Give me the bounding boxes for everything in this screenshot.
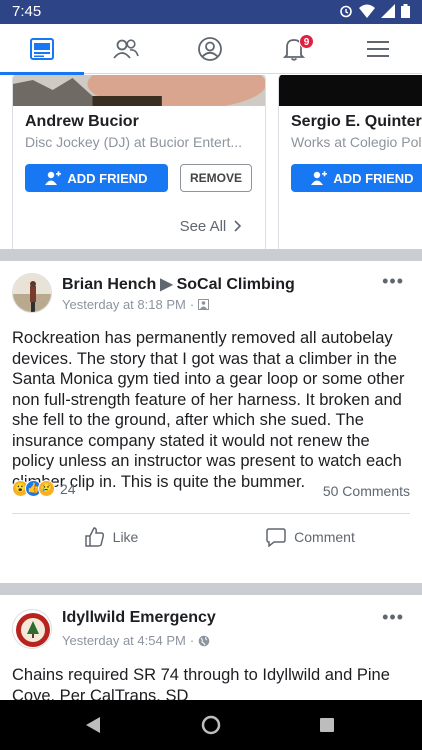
news-feed-icon [30, 38, 54, 60]
see-all-link[interactable]: See All [0, 218, 422, 235]
recents-square-icon [320, 718, 334, 732]
status-time: 7:45 [12, 3, 42, 20]
alarm-icon [340, 5, 352, 18]
author-avatar[interactable] [12, 273, 52, 313]
home-circle-icon [201, 715, 221, 735]
thumbs-up-icon [84, 526, 104, 547]
suggestion-name[interactable]: Sergio E. Quintero [291, 113, 422, 131]
add-friend-button[interactable]: ADD FRIEND [291, 164, 422, 192]
add-friend-button[interactable]: ADD FRIEND [25, 164, 168, 192]
author-avatar[interactable] [12, 609, 52, 649]
suggestion-photo [13, 75, 265, 106]
nav-notifications[interactable]: 9 [252, 24, 336, 74]
post-text: Chains required SR 74 through to Idyllwi… [12, 666, 390, 700]
sad-reaction-icon: 😢 [38, 480, 55, 497]
like-label: Like [112, 528, 139, 545]
back-button[interactable] [63, 700, 123, 750]
add-friend-label: ADD FRIEND [67, 170, 148, 186]
avatar-image [13, 610, 51, 648]
status-bar: 7:45 [0, 0, 422, 24]
top-navigation: 9 [0, 24, 422, 75]
menu-icon [367, 41, 389, 57]
people-you-may-know: Andrew Bucior Disc Jockey (DJ) at Bucior… [0, 75, 422, 281]
home-button[interactable] [181, 700, 241, 750]
post-text: Rockreation has permanently removed all … [12, 329, 405, 491]
suggestion-photo [279, 75, 422, 106]
suggestion-name[interactable]: Andrew Bucior [25, 113, 139, 131]
comment-label: Comment [294, 528, 355, 545]
nav-friends[interactable] [84, 24, 168, 74]
nav-news-feed[interactable] [0, 24, 84, 75]
battery-icon [401, 4, 410, 18]
recents-button[interactable] [297, 700, 357, 750]
chevron-right-icon [234, 220, 242, 232]
add-friend-label: ADD FRIEND [333, 170, 414, 186]
nav-profile[interactable] [168, 24, 252, 74]
add-person-icon [311, 171, 328, 185]
post-author[interactable]: Brian Hench [62, 276, 156, 293]
status-icons [339, 4, 410, 18]
signal-icon [381, 4, 395, 18]
post-more-options[interactable]: ••• [382, 607, 404, 628]
system-navigation-bar [0, 700, 422, 750]
nav-menu[interactable] [336, 24, 420, 74]
arrow-right-icon: ▶ [160, 276, 173, 293]
section-divider [0, 583, 422, 595]
remove-button[interactable]: REMOVE [180, 164, 252, 192]
add-person-icon [45, 171, 62, 185]
reaction-count: 24 [60, 480, 76, 497]
section-divider [0, 249, 422, 261]
post-time[interactable]: Yesterday at 4:54 PM [62, 633, 186, 648]
profile-icon [198, 37, 222, 61]
friends-icon [113, 39, 139, 59]
like-button[interactable]: Like [12, 514, 211, 559]
comment-bubble-icon [266, 527, 286, 547]
post-group[interactable]: SoCal Climbing [177, 276, 295, 293]
group-icon [198, 299, 210, 310]
notification-badge: 9 [299, 34, 314, 49]
post-author-line[interactable]: Brian Hench ▶ SoCal Climbing [62, 274, 295, 294]
suggestion-subtitle: Works at Colegio Pol [291, 134, 422, 150]
post-author[interactable]: Idyllwild Emergency [62, 609, 216, 627]
post-more-options[interactable]: ••• [382, 271, 404, 292]
post-meta: Yesterday at 8:18 PM · [62, 297, 210, 312]
post-time[interactable]: Yesterday at 8:18 PM [62, 297, 186, 312]
comment-button[interactable]: Comment [211, 514, 410, 559]
reaction-summary[interactable]: 😮 👍 😢 24 [12, 480, 76, 497]
globe-icon [198, 635, 210, 646]
feed-post: Idyllwild Emergency Yesterday at 4:54 PM… [0, 595, 422, 700]
back-triangle-icon [86, 717, 100, 733]
news-feed: Andrew Bucior Disc Jockey (DJ) at Bucior… [0, 75, 422, 700]
feed-post: Brian Hench ▶ SoCal Climbing Yesterday at … [0, 261, 422, 583]
post-meta: Yesterday at 4:54 PM · [62, 633, 210, 648]
post-actions: Like Comment [12, 513, 410, 559]
see-all-label: See All [179, 218, 227, 235]
suggestion-subtitle: Disc Jockey (DJ) at Bucior Entert... [25, 134, 243, 150]
wifi-icon [359, 4, 375, 18]
comments-count[interactable]: 50 Comments [323, 483, 410, 499]
avatar-image [13, 274, 51, 312]
